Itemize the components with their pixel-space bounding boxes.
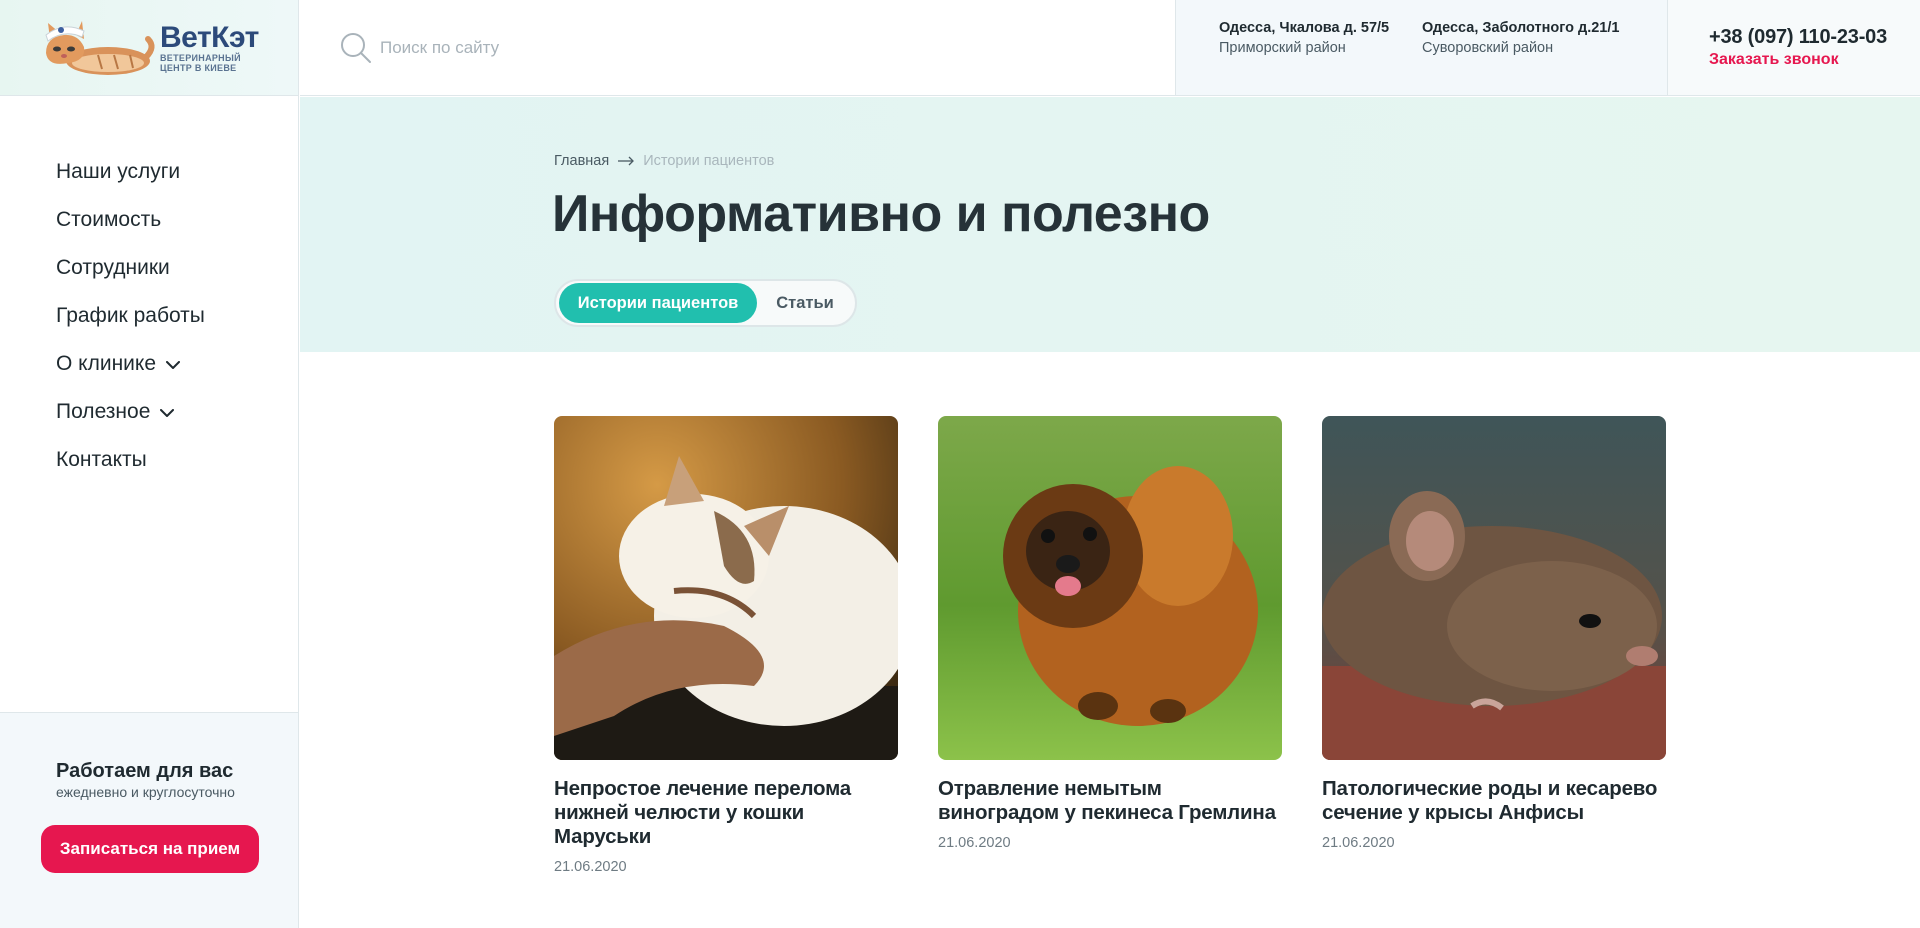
nav-item-label: Стоимость xyxy=(56,208,162,231)
nav-item-label: Наши услуги xyxy=(56,160,181,183)
logo[interactable]: ВетКэт ВЕТЕРИНАРНЫЙ ЦЕНТР В КИЕВЕ xyxy=(0,0,299,96)
hero-section: Главная Истории пациентов Информативно и… xyxy=(300,97,1920,352)
cat-logo-icon xyxy=(45,20,155,75)
story-card-title[interactable]: Патологические роды и кесарево сечение у… xyxy=(1322,777,1666,825)
chevron-down-icon xyxy=(160,408,175,417)
working-hours-subtitle: ежедневно и круглосуточно xyxy=(56,784,235,800)
nav-item-label: О клинике xyxy=(56,352,157,375)
address-1: Одесса, Чкалова д. 57/5 Приморский район xyxy=(1219,18,1422,95)
story-card-date: 21.06.2020 xyxy=(938,835,1011,851)
nav-item-label: График работы xyxy=(56,304,205,327)
nav-item-about[interactable]: О клинике xyxy=(56,340,205,388)
address-district: Суворовский район xyxy=(1422,40,1554,56)
story-card[interactable]: Патологические роды и кесарево сечение у… xyxy=(1322,416,1666,875)
tab-patient-stories[interactable]: Истории пациентов xyxy=(559,283,757,323)
story-card-title[interactable]: Отравление немытым виноградом у пекинеса… xyxy=(938,777,1282,825)
search-icon[interactable] xyxy=(340,32,372,64)
story-card[interactable]: Непростое лечение перелома нижней челюст… xyxy=(554,416,898,875)
rat-photo[interactable] xyxy=(1322,416,1666,760)
nav-item-label: Контакты xyxy=(56,448,147,471)
story-card-date: 21.06.2020 xyxy=(554,859,627,875)
story-card-date: 21.06.2020 xyxy=(1322,835,1395,851)
breadcrumb-current: Истории пациентов xyxy=(643,153,775,169)
nav-item-label: Полезное xyxy=(56,400,151,423)
working-hours-title: Работаем для вас xyxy=(56,760,234,782)
callback-link[interactable]: Заказать звонок xyxy=(1709,50,1920,70)
content-tabs: Истории пациентов Статьи xyxy=(554,279,857,327)
search-bar xyxy=(300,0,1175,96)
page-title: Информативно и полезно xyxy=(552,185,1210,243)
addresses-panel: Одесса, Чкалова д. 57/5 Приморский район… xyxy=(1175,0,1668,96)
logo-tagline-line1: ВЕТЕРИНАРНЫЙ xyxy=(160,52,241,63)
sidebar: Наши услуги Стоимость Сотрудники График … xyxy=(0,96,299,928)
search-input[interactable] xyxy=(380,27,980,68)
nav-item-contacts[interactable]: Контакты xyxy=(56,436,205,484)
nav-item-prices[interactable]: Стоимость xyxy=(56,196,205,244)
main-nav: Наши услуги Стоимость Сотрудники График … xyxy=(56,148,205,484)
address-street: Одесса, Заболотного д.21/1 xyxy=(1422,20,1620,36)
pekingese-dog-photo[interactable] xyxy=(938,416,1282,760)
stories-grid: Непростое лечение перелома нижней челюст… xyxy=(554,416,1666,875)
cat-photo[interactable] xyxy=(554,416,898,760)
logo-tagline-line2: ЦЕНТР В КИЕВЕ xyxy=(160,62,237,73)
working-hours-panel: Работаем для вас ежедневно и круглосуточ… xyxy=(0,712,298,928)
phone-number[interactable]: +38 (097) 110-23-03 xyxy=(1709,24,1920,50)
tab-articles[interactable]: Статьи xyxy=(757,283,853,323)
address-2: Одесса, Заболотного д.21/1 Суворовский р… xyxy=(1422,18,1625,95)
arrow-right-icon xyxy=(618,156,635,166)
address-district: Приморский район xyxy=(1219,40,1346,56)
logo-name: ВетКэт xyxy=(160,20,259,54)
story-card[interactable]: Отравление немытым виноградом у пекинеса… xyxy=(938,416,1282,875)
address-street: Одесса, Чкалова д. 57/5 xyxy=(1219,20,1390,36)
breadcrumb: Главная Истории пациентов xyxy=(554,153,774,169)
nav-item-label: Сотрудники xyxy=(56,256,170,279)
chevron-down-icon xyxy=(166,360,181,369)
nav-item-schedule[interactable]: График работы xyxy=(56,292,205,340)
nav-item-staff[interactable]: Сотрудники xyxy=(56,244,205,292)
nav-item-useful[interactable]: Полезное xyxy=(56,388,205,436)
contact-panel: +38 (097) 110-23-03 Заказать звонок xyxy=(1668,0,1920,96)
story-card-title[interactable]: Непростое лечение перелома нижней челюст… xyxy=(554,777,898,849)
nav-item-services[interactable]: Наши услуги xyxy=(56,148,205,196)
appointment-button[interactable]: Записаться на прием xyxy=(41,825,259,873)
breadcrumb-home-link[interactable]: Главная xyxy=(554,153,609,169)
